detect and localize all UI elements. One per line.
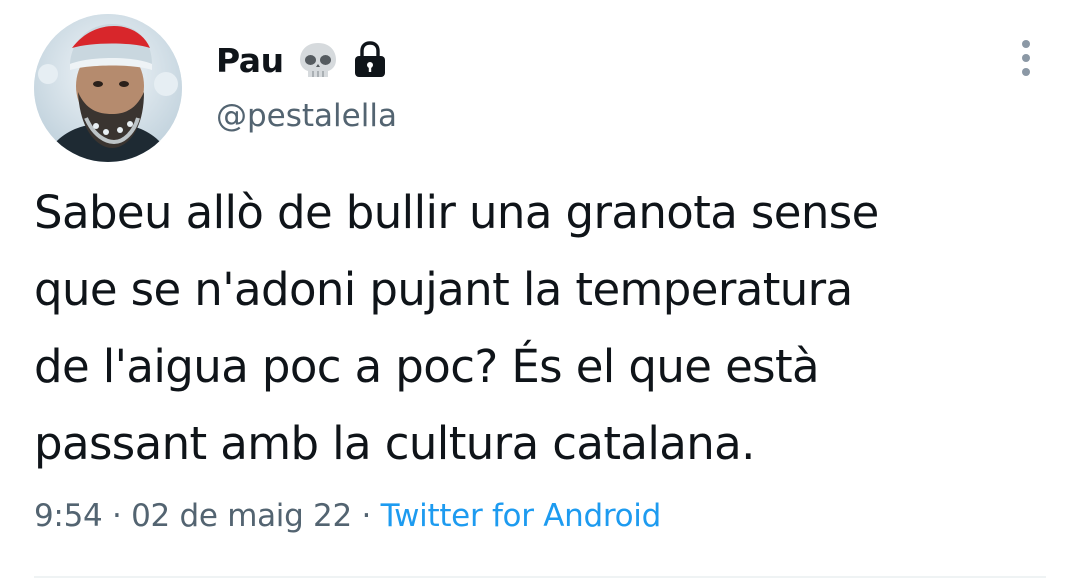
divider xyxy=(34,576,1046,578)
display-name[interactable]: Pau xyxy=(216,41,284,80)
tweet-date[interactable]: 02 de maig 22 xyxy=(131,498,352,534)
user-handle[interactable]: @pestalella xyxy=(216,98,397,134)
tweet-text-line: Sabeu allò de bullir una granota sense xyxy=(34,186,879,239)
avatar[interactable] xyxy=(34,14,182,162)
tweet: Pau @pestalella Sabeu allò de bullir una… xyxy=(0,0,1080,582)
tweet-source-link[interactable]: Twitter for Android xyxy=(381,498,662,534)
skull-icon xyxy=(296,40,340,80)
tweet-time[interactable]: 9:54 xyxy=(34,498,103,534)
tweet-text-line: passant amb la cultura catalana. xyxy=(34,417,755,470)
more-vertical-icon xyxy=(1022,40,1030,76)
author-name-row: Pau xyxy=(216,36,388,84)
lock-icon xyxy=(352,40,388,80)
tweet-meta: 9:54 · 02 de maig 22 · Twitter for Andro… xyxy=(34,498,661,534)
meta-separator: · xyxy=(111,498,122,534)
tweet-text-line: de l'aigua poc a poc? És el que està xyxy=(34,340,820,393)
tweet-text: Sabeu allò de bullir una granota sense q… xyxy=(34,174,1064,482)
avatar-image xyxy=(34,14,182,162)
tweet-text-line: que se n'adoni pujant la temperatura xyxy=(34,263,853,316)
meta-separator: · xyxy=(361,498,372,534)
more-options-button[interactable] xyxy=(1008,38,1044,78)
